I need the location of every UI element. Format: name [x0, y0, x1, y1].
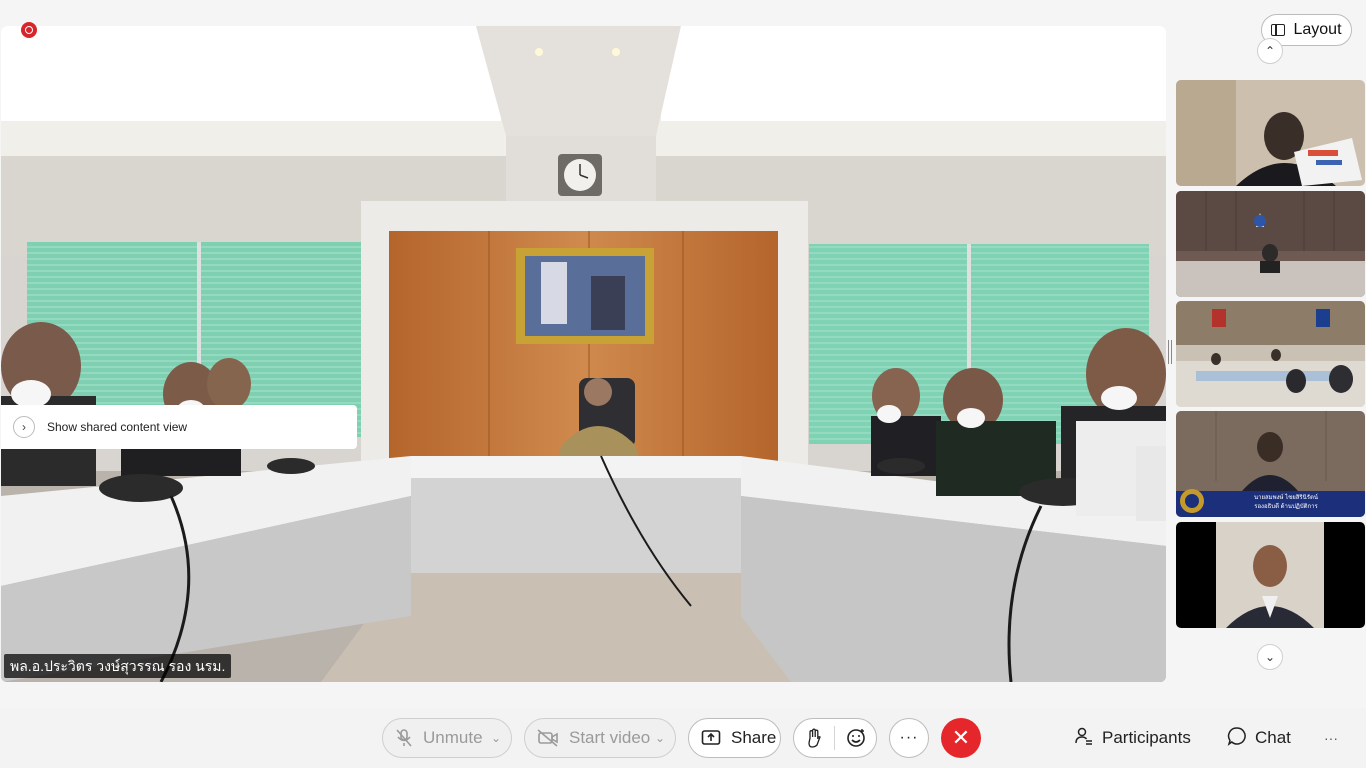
thumbnail-caption-title: รองอธิบดี ด้านปฏิบัติการ [1254, 504, 1318, 510]
meeting-window: › Show shared content view พล.อ.ประวิตร … [0, 0, 1366, 768]
share-button[interactable]: Share [688, 718, 781, 758]
video-off-icon [537, 729, 559, 747]
mic-muted-icon [395, 728, 413, 748]
unmute-button[interactable]: Unmute ⌄ [382, 718, 512, 758]
recording-indicator-icon [21, 22, 37, 38]
share-label: Share [731, 728, 777, 747]
scroll-down-button[interactable]: ⌄ [1257, 644, 1283, 670]
more-horizontal-icon: ··· [1324, 730, 1338, 746]
participant-thumbnail[interactable]: นายสมพงษ์ ไชยสิรินิรัตน์ รองอธิบดี ด้านป… [1176, 411, 1365, 517]
chevron-down-icon[interactable]: ⌄ [491, 731, 501, 745]
video-man-in-suit [1176, 522, 1365, 628]
participants-icon [1074, 726, 1094, 751]
layout-icon [1271, 24, 1286, 36]
chat-icon [1227, 726, 1247, 751]
chevron-down-icon[interactable]: ⌄ [655, 731, 665, 745]
participant-thumbnail[interactable] [1176, 301, 1365, 407]
shared-content-label: Show shared content view [47, 420, 188, 434]
participant-thumbnail[interactable] [1176, 80, 1365, 186]
meeting-toolbar: Unmute ⌄ Start video ⌄ Share ··· ✕ Parti… [0, 708, 1366, 768]
more-options-button[interactable]: ··· [889, 718, 929, 758]
share-screen-icon [701, 729, 721, 747]
end-meeting-button[interactable]: ✕ [941, 718, 981, 758]
chevron-up-icon: ⌃ [1264, 44, 1276, 58]
chevron-right-icon: › [13, 416, 35, 438]
participants-button[interactable]: Participants [1074, 718, 1191, 758]
close-icon: ✕ [951, 725, 971, 750]
video-person-reading [1176, 80, 1365, 186]
chevron-down-icon: ⌄ [1264, 650, 1276, 664]
participants-label: Participants [1102, 728, 1191, 747]
start-video-button[interactable]: Start video ⌄ [524, 718, 676, 758]
speaker-name-tag: พล.อ.ประวิตร วงษ์สุวรรณ รอง นรม. [4, 654, 232, 678]
scroll-up-button[interactable]: ⌃ [1257, 38, 1283, 64]
thumbnail-caption-name: นายสมพงษ์ ไชยสิรินิรัตน์ [1254, 495, 1318, 501]
main-video-stage[interactable] [1, 26, 1166, 682]
show-shared-content-button[interactable]: › Show shared content view [1, 405, 357, 449]
emoji-reaction-icon[interactable] [835, 728, 876, 748]
toolbar-more-button[interactable]: ··· [1324, 718, 1338, 758]
resize-handle[interactable] [1168, 340, 1172, 364]
participant-thumbnail[interactable] [1176, 522, 1365, 628]
reactions-group [793, 718, 877, 758]
more-dots-icon: ··· [899, 729, 919, 746]
video-meeting-room [1176, 191, 1365, 297]
unmute-label: Unmute [423, 728, 483, 747]
chat-label: Chat [1255, 728, 1291, 747]
conference-room-video [1, 26, 1166, 682]
layout-label: Layout [1293, 21, 1342, 38]
raise-hand-icon[interactable] [794, 726, 836, 750]
chat-button[interactable]: Chat [1227, 718, 1291, 758]
participant-thumbnail[interactable] [1176, 191, 1365, 297]
start-video-label: Start video [569, 728, 651, 747]
video-conference-room-wide [1176, 301, 1365, 407]
